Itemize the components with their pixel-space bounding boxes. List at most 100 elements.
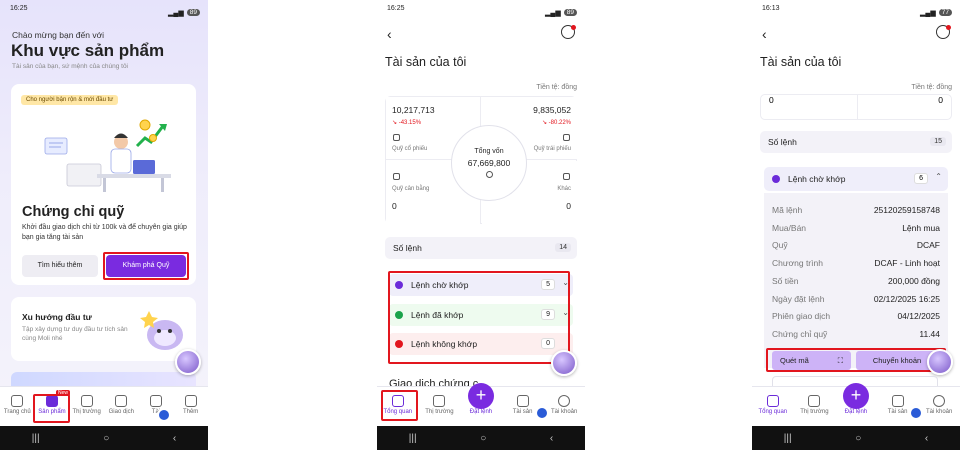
- plus-icon[interactable]: +: [842, 383, 869, 409]
- home-nav-icon[interactable]: ○: [103, 433, 109, 444]
- detail-label: Số tiền: [772, 276, 799, 286]
- back-arrow-icon[interactable]: ‹: [387, 26, 392, 42]
- tab-place-order[interactable]: + Đặt lệnh: [839, 383, 873, 415]
- order-count-row: Số lệnh 14: [385, 237, 577, 259]
- tab-products[interactable]: Sản phẩm New: [35, 390, 70, 415]
- home-icon: [766, 395, 779, 407]
- bottom-tab-bar: Tổng quan Thị trường + Đặt lệnh Tài sản T…: [752, 383, 960, 426]
- notification-dot: [946, 25, 951, 30]
- order-count-badge: 14: [555, 243, 571, 252]
- tab-account[interactable]: Tài khoản: [922, 395, 956, 415]
- system-nav-bar: ||| ○ ‹: [377, 426, 585, 450]
- recent-apps-icon[interactable]: |||: [784, 433, 792, 444]
- tab-account[interactable]: Tài khoản: [547, 395, 581, 415]
- pending-orders-label: Lệnh chờ khớp: [788, 174, 846, 184]
- detail-label: Chương trình: [772, 258, 823, 268]
- other-icon: [563, 173, 570, 180]
- mascot-icon: [140, 311, 183, 350]
- back-arrow-icon[interactable]: ‹: [762, 26, 767, 42]
- audience-chip: Cho người bận rộn & mới đầu tư: [21, 95, 119, 105]
- tab-market[interactable]: Thị trường: [797, 395, 831, 415]
- chat-icon[interactable]: [909, 406, 923, 420]
- home-icon: [391, 395, 404, 407]
- tab-market[interactable]: Thị trường: [422, 395, 456, 415]
- pending-orders-row[interactable]: Lệnh chờ khớp 5 ⌄: [389, 274, 573, 296]
- pending-status-icon: [395, 281, 403, 289]
- tab-market[interactable]: Thị trường: [70, 395, 104, 415]
- trend-description: Tập xây dựng tư duy đầu tư tích sản cùng…: [22, 326, 128, 342]
- side-value: Lệnh mua: [902, 223, 940, 233]
- back-nav-icon[interactable]: ‹: [173, 433, 176, 444]
- detail-label: Phiên giao dịch: [772, 311, 831, 321]
- explore-fund-button[interactable]: Khám phá Quỹ: [106, 255, 186, 277]
- investor-illustration-icon: [44, 119, 171, 192]
- back-nav-icon[interactable]: ‹: [550, 433, 553, 444]
- wallet-icon: [516, 395, 529, 407]
- asset-allocation: 10,217,713 ↘ -43.15% Quỹ cổ phiếu 9,835,…: [385, 96, 577, 224]
- system-nav-bar: ||| ○ ‹: [752, 426, 960, 450]
- status-bar: 16:25 ▂▄▆ 89: [0, 0, 208, 20]
- order-count-label: Số lệnh: [393, 243, 422, 253]
- user-icon: [558, 395, 571, 407]
- matched-orders-label: Lệnh đã khớp: [411, 310, 464, 320]
- chevron-down-icon: ⌄: [562, 278, 569, 287]
- divider: [857, 95, 858, 120]
- tab-transactions[interactable]: Giao dịch: [104, 395, 138, 415]
- greeting: Chào mừng bạn đến với: [12, 30, 105, 40]
- chevron-up-icon[interactable]: ⌃: [935, 172, 942, 181]
- pending-orders-count: 5: [541, 279, 555, 290]
- learn-more-button[interactable]: Tìm hiểu thêm: [22, 255, 98, 277]
- tab-more[interactable]: Thêm: [174, 395, 208, 415]
- home-nav-icon[interactable]: ○: [855, 433, 861, 444]
- stock-fund-change: ↘ -43.15%: [392, 120, 422, 126]
- assistant-bubble-icon[interactable]: [927, 349, 953, 375]
- status-bar: 16:25 ▂▄▆ 89: [377, 0, 585, 20]
- page-title: Khu vực sản phẩm: [11, 41, 165, 60]
- fund-card: Cho người bận rộn & mới đầu tư Chứng chỉ…: [11, 84, 196, 285]
- back-nav-icon[interactable]: ‹: [925, 433, 928, 444]
- transfer-label: Chuyển khoản: [872, 356, 922, 365]
- pending-status-icon: [772, 175, 780, 183]
- recent-apps-icon[interactable]: |||: [32, 433, 40, 444]
- phone-product-zone: 16:25 ▂▄▆ 89 Chào mừng bạn đến với Khu vự…: [0, 0, 208, 450]
- session-value: 04/12/2025: [897, 311, 940, 321]
- battery-icon: 89: [563, 9, 577, 16]
- pending-orders-count: 6: [914, 173, 928, 184]
- bottom-tab-bar: Tổng quan Thị trường + Đặt lệnh Tài sản T…: [377, 383, 585, 426]
- scan-code-label: Quét mã: [780, 356, 809, 365]
- tab-home[interactable]: Trang chủ: [0, 395, 34, 415]
- battery-icon: 77: [938, 9, 952, 16]
- scan-code-button[interactable]: Quét mã ⛶: [772, 351, 851, 370]
- chevron-down-icon: ⌄: [562, 308, 569, 317]
- info-icon[interactable]: [485, 171, 493, 178]
- tab-overview[interactable]: Tổng quan: [756, 395, 790, 415]
- other-value: 0: [566, 201, 571, 211]
- signal-icon: ▂▄▆: [545, 9, 561, 17]
- bond-fund-icon: [563, 134, 570, 141]
- stock-fund-label: Quỹ cổ phiếu: [392, 146, 428, 152]
- order-detail-panel: Mã lệnh 25120259158748 Mua/Bán Lệnh mua …: [764, 193, 948, 368]
- chat-icon[interactable]: [535, 406, 549, 420]
- recent-apps-icon[interactable]: |||: [409, 433, 417, 444]
- tab-place-order[interactable]: + Đặt lệnh: [464, 383, 498, 415]
- matched-status-icon: [395, 311, 403, 319]
- unmatched-orders-count: 0: [541, 338, 555, 349]
- assistant-bubble-icon[interactable]: [175, 349, 201, 375]
- unmatched-orders-label: Lệnh không khớp: [411, 339, 478, 349]
- pending-orders-row[interactable]: Lệnh chờ khớp 6 ⌃: [764, 167, 948, 191]
- page-title: Tài sản của tôi: [385, 55, 467, 69]
- order-count-badge: 15: [930, 137, 946, 146]
- banner-peek: [11, 372, 196, 386]
- notification-dot: [571, 25, 576, 30]
- trend-card[interactable]: Xu hướng đầu tư Tập xây dựng tư duy đầu …: [11, 297, 196, 361]
- chat-icon[interactable]: [157, 408, 171, 422]
- transfer-button[interactable]: Chuyển khoản: [856, 351, 938, 370]
- trend-title: Xu hướng đầu tư: [22, 312, 92, 322]
- menu-icon: [184, 395, 197, 407]
- unmatched-orders-row[interactable]: Lệnh không khớp 0: [389, 333, 573, 355]
- matched-orders-row[interactable]: Lệnh đã khớp 9 ⌄: [389, 304, 573, 326]
- home-nav-icon[interactable]: ○: [480, 433, 486, 444]
- plus-icon[interactable]: +: [467, 383, 494, 409]
- tab-overview[interactable]: Tổng quan: [381, 395, 415, 415]
- assistant-bubble-icon[interactable]: [551, 350, 577, 376]
